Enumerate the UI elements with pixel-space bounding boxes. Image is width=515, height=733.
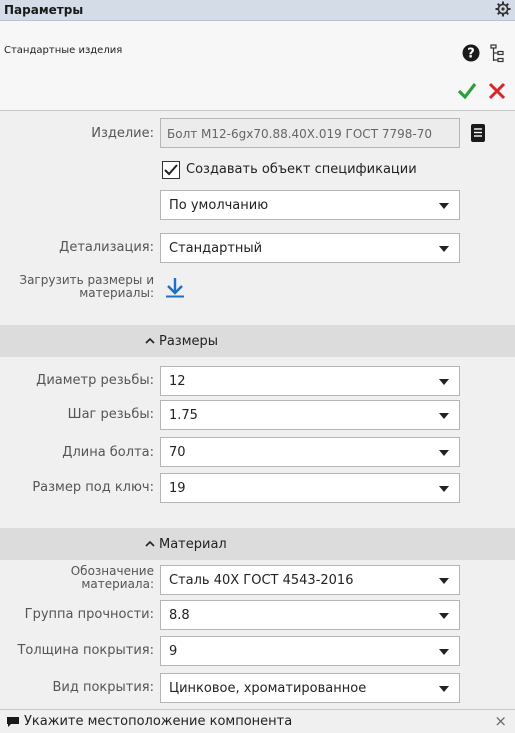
chevron-down-icon — [439, 649, 449, 655]
size-value: 1.75 — [169, 408, 198, 423]
download-arrow-icon[interactable] — [163, 277, 187, 299]
spec-checkbox[interactable] — [162, 161, 180, 179]
detail-select-value: Стандартный — [169, 241, 263, 256]
bolt-length-select[interactable]: 70 — [160, 437, 460, 467]
strength-group-select[interactable]: 8.8 — [160, 600, 460, 630]
load-label-line2: материалы: — [79, 286, 154, 300]
gear-icon[interactable] — [495, 1, 511, 17]
designation-label-line2: материала: — [81, 577, 154, 591]
material-label: Вид покрытия: — [52, 680, 154, 695]
material-value: Цинковое, хроматированное — [169, 681, 367, 696]
checkmark-icon[interactable] — [456, 80, 478, 102]
document-icon[interactable] — [470, 123, 486, 143]
status-bar: Укажите местоположение компонента × — [0, 709, 515, 733]
material-label: Толщина покрытия: — [17, 643, 154, 658]
default-select-value: По умолчанию — [169, 198, 269, 213]
chevron-down-icon — [439, 413, 449, 419]
coating-type-select[interactable]: Цинковое, хроматированное — [160, 673, 460, 703]
chevron-down-icon — [439, 379, 449, 385]
close-icon[interactable] — [486, 80, 508, 102]
chevron-down-icon — [439, 450, 449, 456]
product-value: Болт М12-6gx70.88.40Х.019 ГОСТ 7798-70 — [167, 127, 432, 141]
spec-checkbox-label: Создавать объект спецификации — [186, 162, 417, 177]
svg-text:?: ? — [467, 47, 475, 62]
thread-pitch-select[interactable]: 1.75 — [160, 400, 460, 430]
detail-label: Детализация: — [59, 240, 154, 255]
chevron-up-icon — [145, 540, 155, 547]
product-label: Изделие: — [91, 126, 154, 141]
size-label: Длина болта: — [62, 445, 154, 460]
panel-title: Параметры — [4, 3, 84, 17]
chevron-down-icon — [439, 486, 449, 492]
chevron-down-icon — [439, 246, 449, 252]
default-select[interactable]: По умолчанию — [160, 190, 460, 220]
detail-select[interactable]: Стандартный — [160, 233, 460, 263]
status-message: Укажите местоположение компонента — [24, 714, 293, 729]
check-icon — [164, 164, 178, 176]
panel-subtitle: Стандартные изделия — [4, 45, 123, 56]
size-value: 70 — [169, 445, 186, 460]
material-label: Группа прочности: — [24, 607, 154, 622]
product-field[interactable]: Болт М12-6gx70.88.40Х.019 ГОСТ 7798-70 — [160, 118, 460, 148]
chevron-up-icon — [145, 337, 155, 344]
sizes-section-header[interactable]: Размеры — [0, 325, 515, 357]
material-designation-value: Сталь 40Х ГОСТ 4543-2016 — [169, 573, 354, 588]
material-value: 9 — [169, 644, 178, 659]
message-icon — [7, 717, 19, 727]
material-section-header[interactable]: Материал — [0, 528, 515, 560]
help-icon[interactable]: ? — [462, 44, 480, 62]
chevron-down-icon — [439, 686, 449, 692]
wrench-size-select[interactable]: 19 — [160, 473, 460, 503]
thread-diameter-select[interactable]: 12 — [160, 366, 460, 396]
material-value: 8.8 — [169, 608, 190, 623]
close-icon[interactable]: × — [494, 712, 507, 730]
material-designation-select[interactable]: Сталь 40Х ГОСТ 4543-2016 — [160, 565, 460, 595]
panel-header: Стандартные изделия — [0, 21, 515, 111]
size-value: 12 — [169, 374, 186, 389]
chevron-down-icon — [439, 578, 449, 584]
chevron-down-icon — [439, 613, 449, 619]
coating-thickness-select[interactable]: 9 — [160, 636, 460, 666]
size-label: Размер под ключ: — [32, 480, 154, 495]
sizes-section-title: Размеры — [159, 334, 219, 349]
tree-icon[interactable] — [488, 44, 506, 64]
size-label: Диаметр резьбы: — [36, 373, 154, 388]
size-value: 19 — [169, 481, 186, 496]
chevron-down-icon — [439, 203, 449, 209]
material-section-title: Материал — [159, 537, 227, 552]
panel-titlebar: Параметры — [0, 0, 515, 21]
size-label: Шаг резьбы: — [67, 407, 154, 422]
